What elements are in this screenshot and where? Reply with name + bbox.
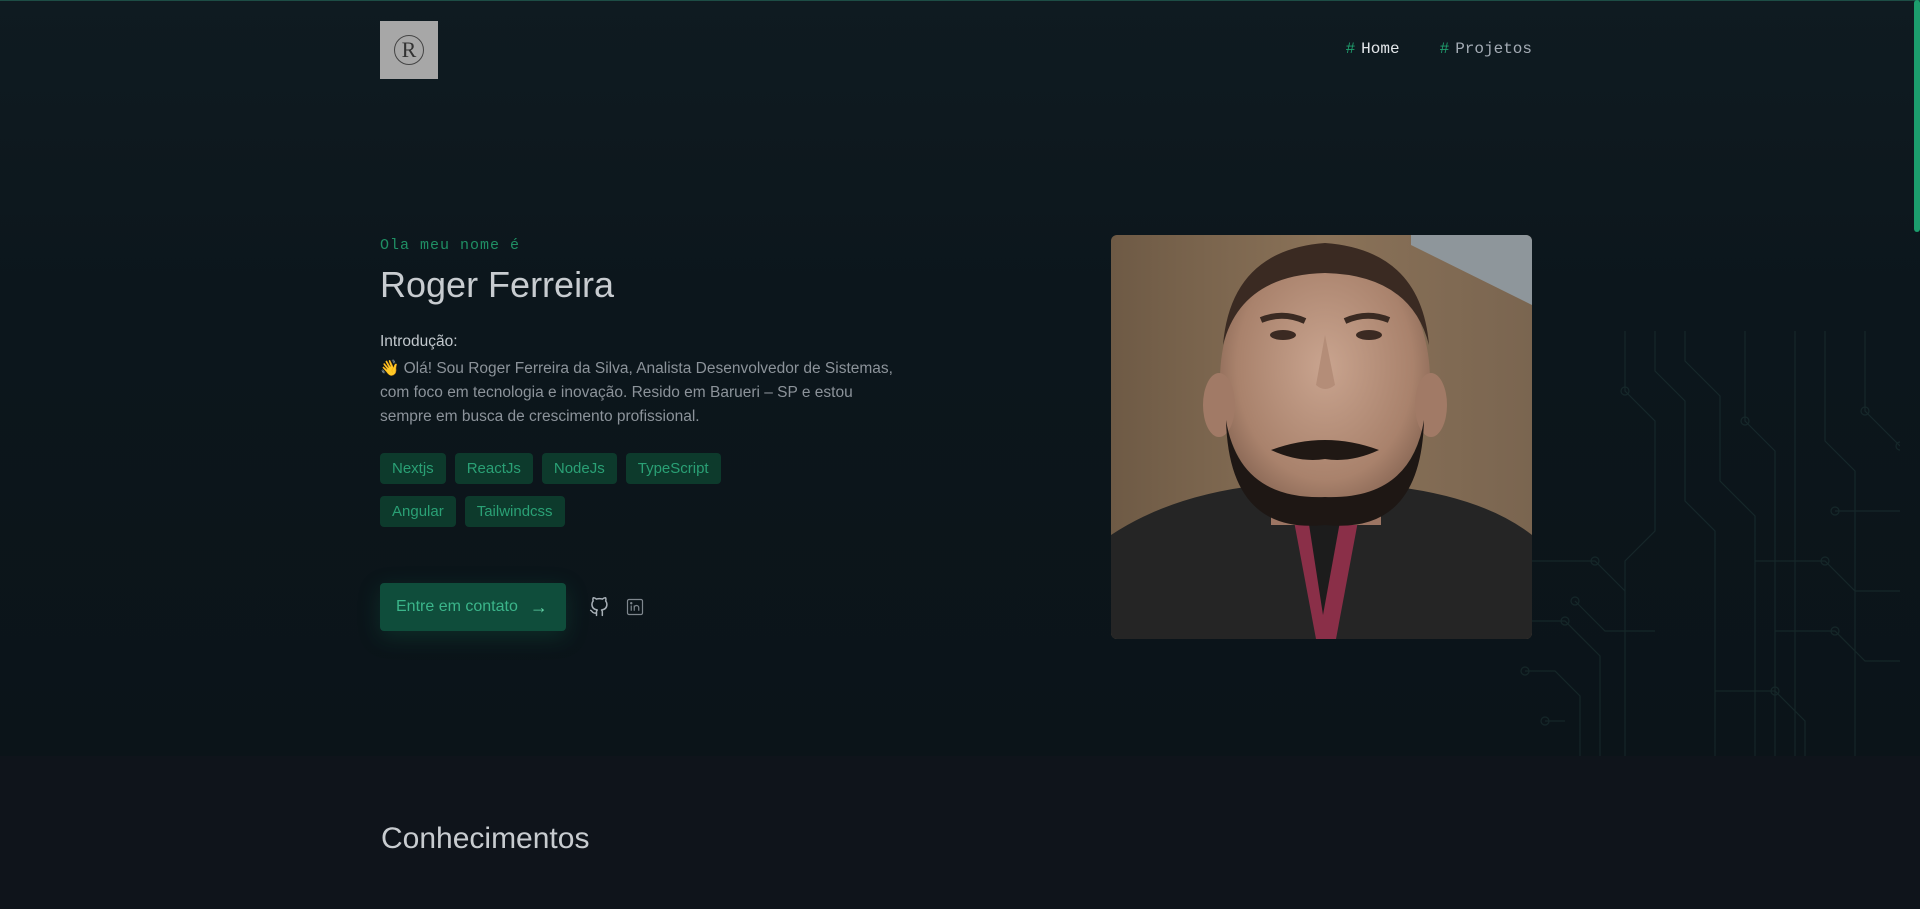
skill-tags: Nextjs ReactJs NodeJs TypeScript Angular… xyxy=(380,453,740,527)
page-title: Roger Ferreira xyxy=(380,264,615,305)
hash-icon: # xyxy=(1439,40,1450,58)
knowledge-section: Conhecimentos xyxy=(0,756,1920,909)
main-nav: # Home # Projetos xyxy=(1346,40,1532,58)
hero-actions: Entre em contato → xyxy=(380,583,646,631)
intro-text: 👋 Olá! Sou Roger Ferreira da Silva, Anal… xyxy=(380,360,893,425)
logo-mark: R xyxy=(394,35,424,65)
circuit-pattern xyxy=(1505,331,1900,757)
social-links xyxy=(588,596,646,618)
nav-item-projetos[interactable]: # Projetos xyxy=(1440,40,1532,58)
github-icon[interactable] xyxy=(588,596,610,618)
linkedin-icon[interactable] xyxy=(624,596,646,618)
nav-item-home[interactable]: # Home xyxy=(1346,40,1400,58)
hash-icon: # xyxy=(1345,40,1356,58)
nav-item-label: Projetos xyxy=(1455,40,1532,58)
contact-button-label: Entre em contato xyxy=(396,598,518,615)
intro-label: Introdução: xyxy=(380,333,458,350)
greeting: Ola meu nome é xyxy=(380,237,521,254)
site-header: R # Home # Projetos xyxy=(380,21,1532,79)
section-title: Conhecimentos xyxy=(381,822,590,855)
skill-tag: Tailwindcss xyxy=(464,496,565,527)
profile-photo xyxy=(1111,235,1532,639)
nav-item-label: Home xyxy=(1361,40,1400,58)
skill-tag: Angular xyxy=(380,496,456,527)
arrow-right-icon: → xyxy=(529,596,548,617)
logo[interactable]: R xyxy=(380,21,438,79)
skill-tag: NodeJs xyxy=(541,453,617,484)
skill-tag: Nextjs xyxy=(380,453,446,484)
scrollbar-thumb[interactable] xyxy=(1914,0,1920,232)
page: R # Home # Projetos Ola meu nome é Roger F… xyxy=(0,0,1920,909)
hero-section: R # Home # Projetos Ola meu nome é Roger F… xyxy=(0,0,1920,757)
contact-button[interactable]: Entre em contato → xyxy=(380,583,566,631)
skill-tag: TypeScript xyxy=(625,453,721,484)
intro-block: Ola meu nome é Roger Ferreira Introdução… xyxy=(380,237,910,527)
skill-tag: ReactJs xyxy=(454,453,533,484)
